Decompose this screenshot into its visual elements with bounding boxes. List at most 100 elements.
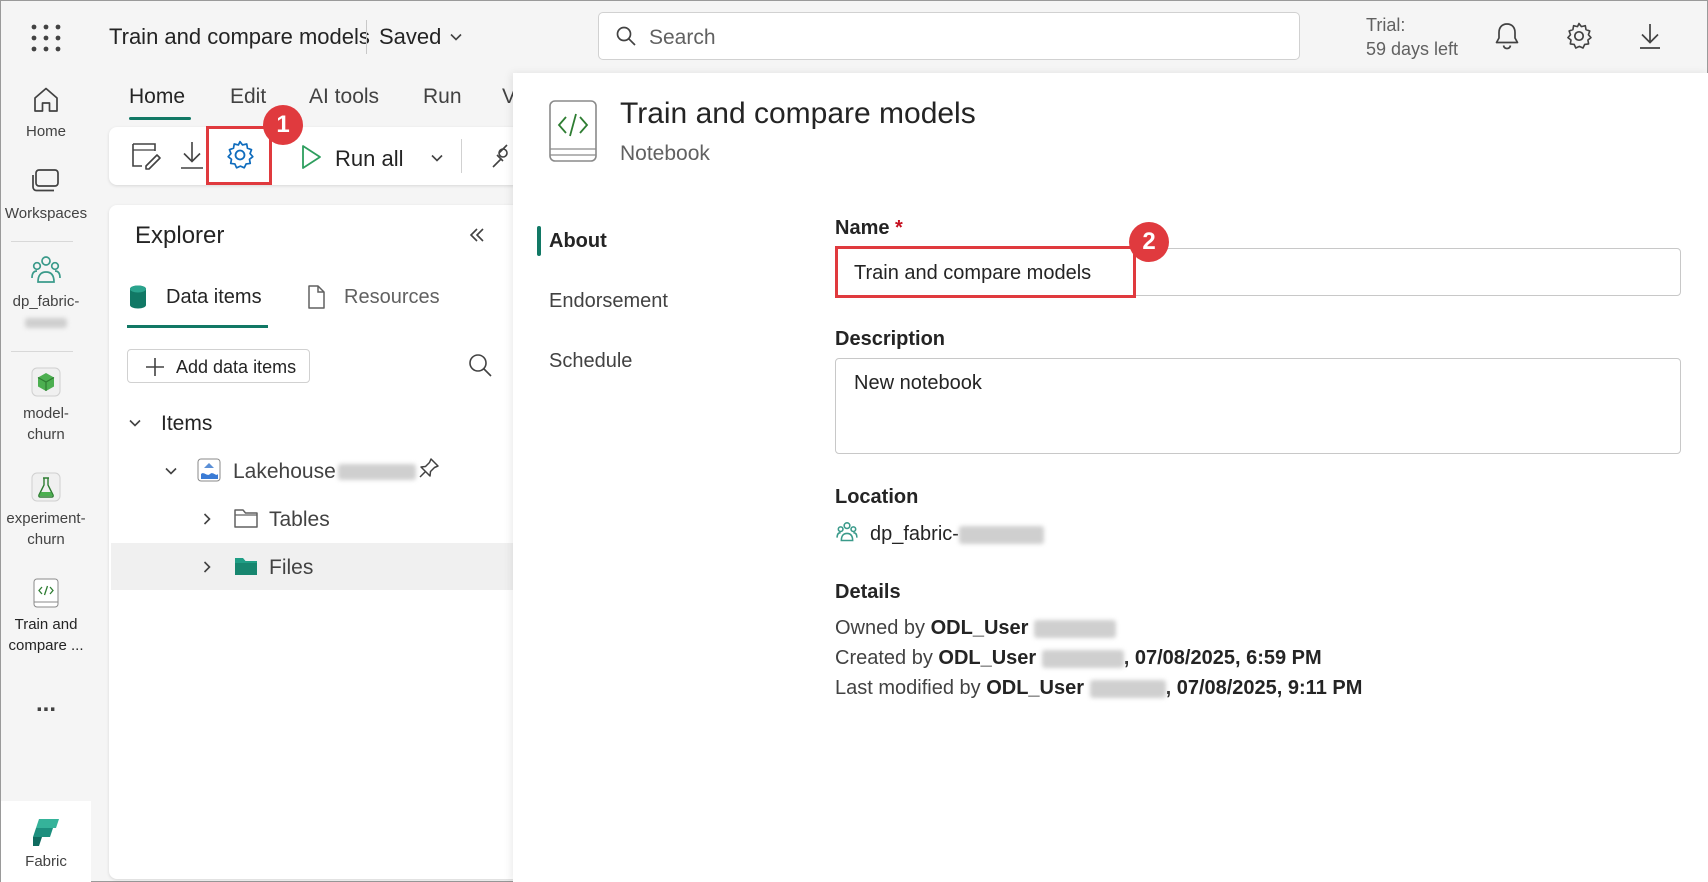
trial-label: Trial: [1366,15,1406,35]
gear-icon[interactable] [1564,21,1594,51]
connect-icon[interactable] [489,141,513,171]
rail-item-notebook[interactable]: Train and compare ... [1,576,91,656]
tab-run[interactable]: Run [423,85,462,109]
chevron-down-icon[interactable] [429,150,445,166]
top-bar: Train and compare models Saved Search Tr… [1,1,1707,73]
redacted-text [1033,619,1116,638]
location-value: dp_fabric- [870,523,959,545]
name-highlight-box [835,246,1136,298]
step-badge-1: 1 [263,105,303,145]
owned-by-line: Owned by ODL_User [835,617,1116,640]
settings-highlight-box [206,126,272,185]
chevron-down-icon[interactable] [448,29,464,45]
trial-status: Trial: 59 days left [1366,13,1458,61]
edit-notebook-icon[interactable] [130,139,162,171]
redacted-text [337,464,416,481]
nav-endorsement[interactable]: Endorsement [549,290,668,313]
nav-about[interactable]: About [549,230,607,253]
search-icon[interactable] [467,352,493,378]
fabric-label: Fabric [25,853,67,870]
rail-item-home[interactable]: Home [1,83,91,142]
modified-date: , 07/08/2025, 9:11 PM [1165,677,1363,699]
rail-item-label: Home [25,123,66,140]
search-icon [615,25,637,47]
chevron-right-icon[interactable] [199,559,215,575]
rail-divider [11,241,73,242]
more-icon[interactable]: ... [1,692,91,716]
fabric-switcher[interactable]: Fabric [1,801,91,882]
chevron-down-icon[interactable] [127,415,143,431]
search-box[interactable]: Search [598,12,1300,60]
nav-schedule[interactable]: Schedule [549,350,632,373]
name-label: Name * [835,217,903,240]
lakehouse-label: Lakehouse [233,460,336,483]
fabric-logo-icon [29,815,63,849]
settings-panel [513,73,1708,882]
description-label: Description [835,328,946,350]
download-icon[interactable] [179,139,205,171]
collapse-pane-icon[interactable] [467,225,487,245]
toolbar-divider [461,139,462,173]
owned-by-prefix: Owned by [835,617,931,639]
rail-item-label: model- [23,405,69,422]
bell-icon[interactable] [1493,21,1521,51]
active-tab-indicator [127,325,268,328]
tab-resources[interactable]: Resources [344,286,440,309]
rail-item-label: churn [27,531,65,548]
redacted-text [1089,679,1166,698]
name-label-text: Name [835,217,890,239]
app-launcher-icon[interactable] [29,23,63,53]
redacted-text [25,318,67,329]
active-nav-indicator [537,226,541,256]
modified-by-user: ODL_User [986,677,1085,699]
chevron-right-icon[interactable] [199,511,215,527]
folder-icon [233,506,259,530]
saved-status[interactable]: Saved [379,24,441,50]
search-placeholder: Search [649,26,716,49]
redacted-text [1041,649,1124,668]
tab-data-items[interactable]: Data items [166,286,262,309]
workspace-group-icon [835,520,859,544]
tab-edit[interactable]: Edit [230,85,266,109]
database-icon [128,284,148,310]
app-title: Train and compare models [109,24,370,49]
location-label: Location [835,486,919,508]
owned-by-user: ODL_User [930,617,1029,639]
rail-divider [11,351,73,352]
add-data-items-button[interactable]: Add data items [127,349,310,383]
chevron-down-icon[interactable] [163,463,179,479]
created-by-line: Created by ODL_User , 07/08/2025, 6:59 P… [835,647,1322,670]
created-date: , 07/08/2025, 6:59 PM [1123,647,1322,669]
selected-row-background [111,543,539,590]
rail-item-workspace[interactable]: dp_fabric- [1,253,91,333]
location-link[interactable]: dp_fabric- [870,523,1044,546]
modified-by-line: Last modified by ODL_User , 07/08/2025, … [835,677,1362,700]
tab-ai-tools[interactable]: AI tools [309,85,379,109]
document-icon [306,284,326,310]
rail-item-workspaces[interactable]: Workspaces [1,165,91,224]
play-icon[interactable] [299,143,323,171]
rail-item-label: experiment- [6,510,86,527]
rail-item-label: churn [27,426,65,443]
trial-days-left: 59 days left [1366,39,1459,59]
description-field-value: New notebook [854,372,982,394]
tree-items-header[interactable]: Items [161,412,212,436]
left-rail: Home Workspaces dp_fabric- model- churn … [1,73,91,882]
rail-item-experiment-churn[interactable]: experiment- churn [1,470,91,550]
workspace-group-icon [29,253,63,287]
rail-item-label: Workspaces [4,205,88,222]
tab-home[interactable]: Home [129,85,185,109]
created-by-user: ODL_User [938,647,1037,669]
run-all-button[interactable]: Run all [335,146,403,172]
notebook-icon [29,576,63,610]
tree-item-lakehouse[interactable]: Lakehouse [233,460,416,484]
description-field[interactable]: New notebook [835,358,1681,454]
panel-title: Train and compare models [620,97,976,130]
download-icon[interactable] [1637,21,1663,51]
add-data-items-label: Add data items [176,357,297,377]
pin-icon[interactable] [418,457,440,479]
tree-item-tables[interactable]: Tables [269,508,330,532]
rail-item-model-churn[interactable]: model- churn [1,365,91,445]
tree-item-files[interactable]: Files [269,556,313,580]
step-badge-2: 2 [1129,222,1169,262]
